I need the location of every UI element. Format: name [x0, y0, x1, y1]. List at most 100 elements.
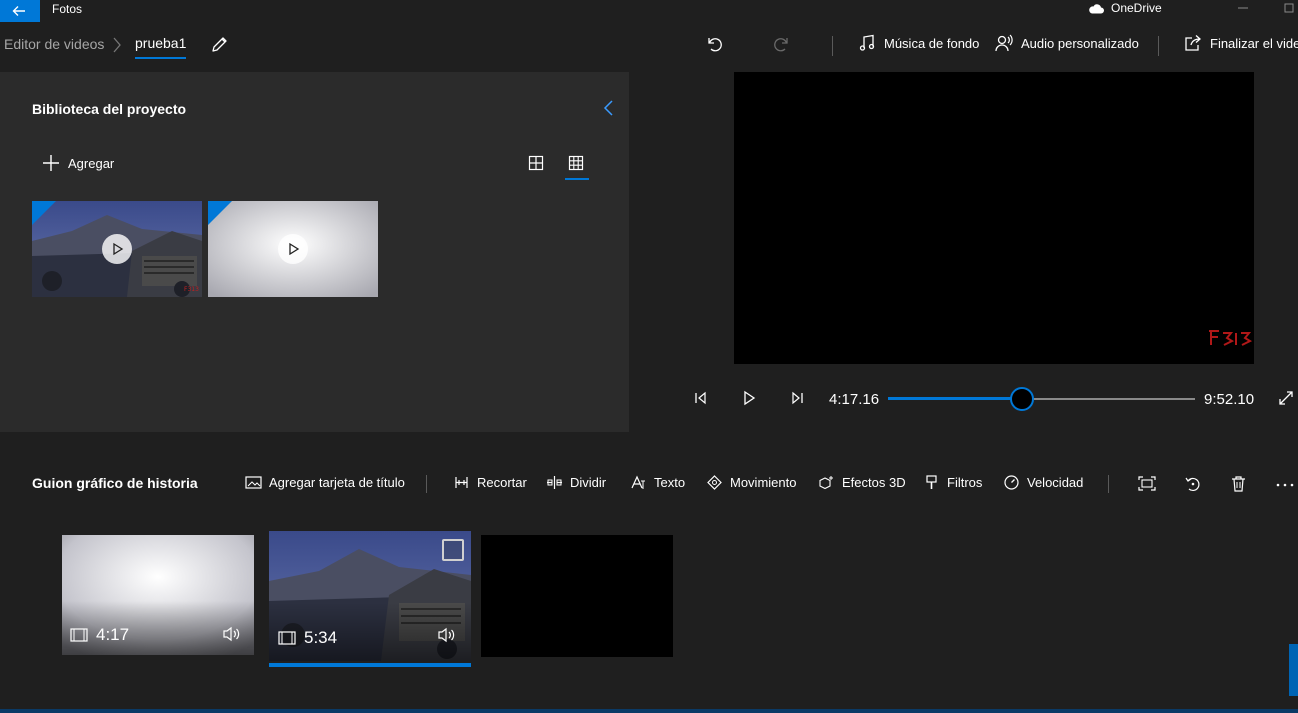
play-icon — [744, 390, 756, 406]
storyboard-clip-placeholder[interactable] — [481, 535, 673, 657]
undo-icon — [708, 38, 722, 52]
toolbar-divider — [1108, 475, 1109, 493]
active-view-indicator — [565, 178, 589, 180]
rotate-button[interactable] — [1184, 475, 1202, 492]
selection-corner-flag — [208, 201, 232, 225]
motion-icon — [707, 475, 722, 490]
arrow-left-icon — [12, 6, 25, 16]
toolbar-divider — [426, 475, 427, 493]
project-name-underline — [135, 57, 186, 59]
storyboard-clip[interactable]: 4:17 — [62, 535, 254, 655]
text-button[interactable]: Texto — [630, 475, 685, 490]
filters-button[interactable]: Filtros — [923, 475, 982, 490]
speed-button[interactable]: Velocidad — [1003, 475, 1083, 490]
watermark-logo — [1209, 330, 1253, 346]
play-preview-button[interactable] — [102, 234, 132, 264]
brush-icon — [926, 475, 937, 489]
more-options-button[interactable] — [1275, 476, 1295, 492]
speaker-icon — [223, 626, 240, 642]
minimize-button[interactable] — [1228, 0, 1258, 18]
trim-button[interactable]: Recortar — [453, 475, 527, 490]
trim-icon — [455, 477, 468, 488]
step-back-icon — [695, 391, 706, 405]
cube-sparkle-icon — [819, 476, 833, 490]
chevron-left-icon — [603, 100, 613, 116]
fullscreen-button[interactable] — [1278, 390, 1294, 406]
cloud-icon — [1089, 3, 1104, 13]
text-label: Texto — [654, 475, 686, 490]
video-preview[interactable] — [734, 72, 1254, 364]
person-voice-icon — [995, 34, 1013, 52]
storyboard-title: Guion gráfico de historia — [32, 475, 198, 491]
toolbar-divider — [832, 36, 833, 56]
step-forward-icon — [792, 391, 803, 405]
share-export-icon — [1185, 35, 1201, 51]
seek-bar-thumb[interactable] — [1010, 387, 1034, 411]
collapse-library-button[interactable] — [601, 99, 615, 117]
onedrive-status[interactable]: OneDrive — [1088, 1, 1162, 15]
toolbar-divider — [1158, 36, 1159, 56]
3d-effects-button[interactable]: Efectos 3D — [818, 475, 906, 490]
breadcrumb-video-editor[interactable]: Editor de videos — [4, 36, 104, 52]
undo-button[interactable] — [704, 34, 724, 54]
small-thumbnails-view-button[interactable] — [568, 155, 584, 171]
grid-small-icon — [568, 155, 584, 171]
resize-frame-icon — [1138, 476, 1156, 491]
previous-frame-button[interactable] — [693, 390, 709, 406]
onedrive-label: OneDrive — [1111, 1, 1162, 15]
library-item[interactable]: F313 — [32, 201, 202, 297]
play-icon — [113, 242, 124, 256]
background-music-button[interactable]: Música de fondo — [858, 34, 979, 52]
split-icon — [547, 476, 562, 489]
storyboard-clip-selected[interactable]: 5:34 — [269, 531, 471, 661]
clip-duration-label: 4:17 — [96, 625, 130, 644]
large-thumbnails-view-button[interactable] — [528, 155, 544, 171]
add-title-card-button[interactable]: Agregar tarjeta de título — [245, 475, 405, 490]
motion-button[interactable]: Movimiento — [706, 475, 796, 490]
clip-select-checkbox[interactable] — [442, 539, 464, 561]
library-item[interactable] — [208, 201, 378, 297]
add-title-card-label: Agregar tarjeta de título — [269, 475, 405, 490]
trash-icon — [1232, 476, 1245, 492]
text-icon — [631, 475, 645, 489]
film-icon — [278, 631, 296, 645]
filters-label: Filtros — [947, 475, 983, 490]
speed-label: Velocidad — [1027, 475, 1084, 490]
clip-volume-button[interactable] — [437, 627, 457, 643]
finish-video-label: Finalizar el video — [1210, 35, 1298, 51]
pencil-icon — [212, 37, 227, 52]
split-label: Dividir — [570, 475, 607, 490]
background-music-label: Música de fondo — [884, 35, 980, 51]
selection-corner-flag — [32, 201, 56, 225]
3d-effects-label: Efectos 3D — [842, 475, 906, 490]
add-media-label: Agregar — [68, 155, 115, 171]
redo-button[interactable] — [772, 34, 792, 54]
expand-icon — [1279, 391, 1293, 405]
library-title: Biblioteca del proyecto — [32, 101, 187, 117]
title-card-icon — [245, 476, 262, 489]
finish-video-button[interactable]: Finalizar el video — [1184, 34, 1298, 52]
project-name[interactable]: prueba1 — [135, 35, 186, 51]
rotate-icon — [1185, 477, 1200, 492]
maximize-button[interactable] — [1272, 0, 1298, 18]
speedometer-icon — [1004, 475, 1019, 490]
clip-duration-label: 5:34 — [304, 628, 338, 647]
add-media-button[interactable]: Agregar — [42, 154, 114, 172]
resize-button[interactable] — [1138, 475, 1156, 492]
custom-audio-button[interactable]: Audio personalizado — [995, 34, 1139, 52]
minimize-icon — [1238, 7, 1248, 9]
delete-button[interactable] — [1230, 475, 1247, 492]
next-frame-button[interactable] — [789, 390, 805, 406]
film-icon — [70, 628, 88, 642]
svg-text:F313: F313 — [184, 286, 199, 293]
split-button[interactable]: Dividir — [546, 475, 606, 490]
grid-large-icon — [528, 155, 544, 171]
back-button[interactable] — [0, 0, 40, 22]
clip-volume-button[interactable] — [222, 626, 242, 642]
storyboard-scrollbar[interactable] — [1289, 644, 1298, 696]
rename-project-button[interactable] — [210, 34, 230, 54]
selected-clip-indicator — [269, 663, 471, 667]
play-preview-button[interactable] — [278, 234, 308, 264]
speaker-icon — [438, 627, 455, 643]
play-button[interactable] — [741, 390, 757, 406]
